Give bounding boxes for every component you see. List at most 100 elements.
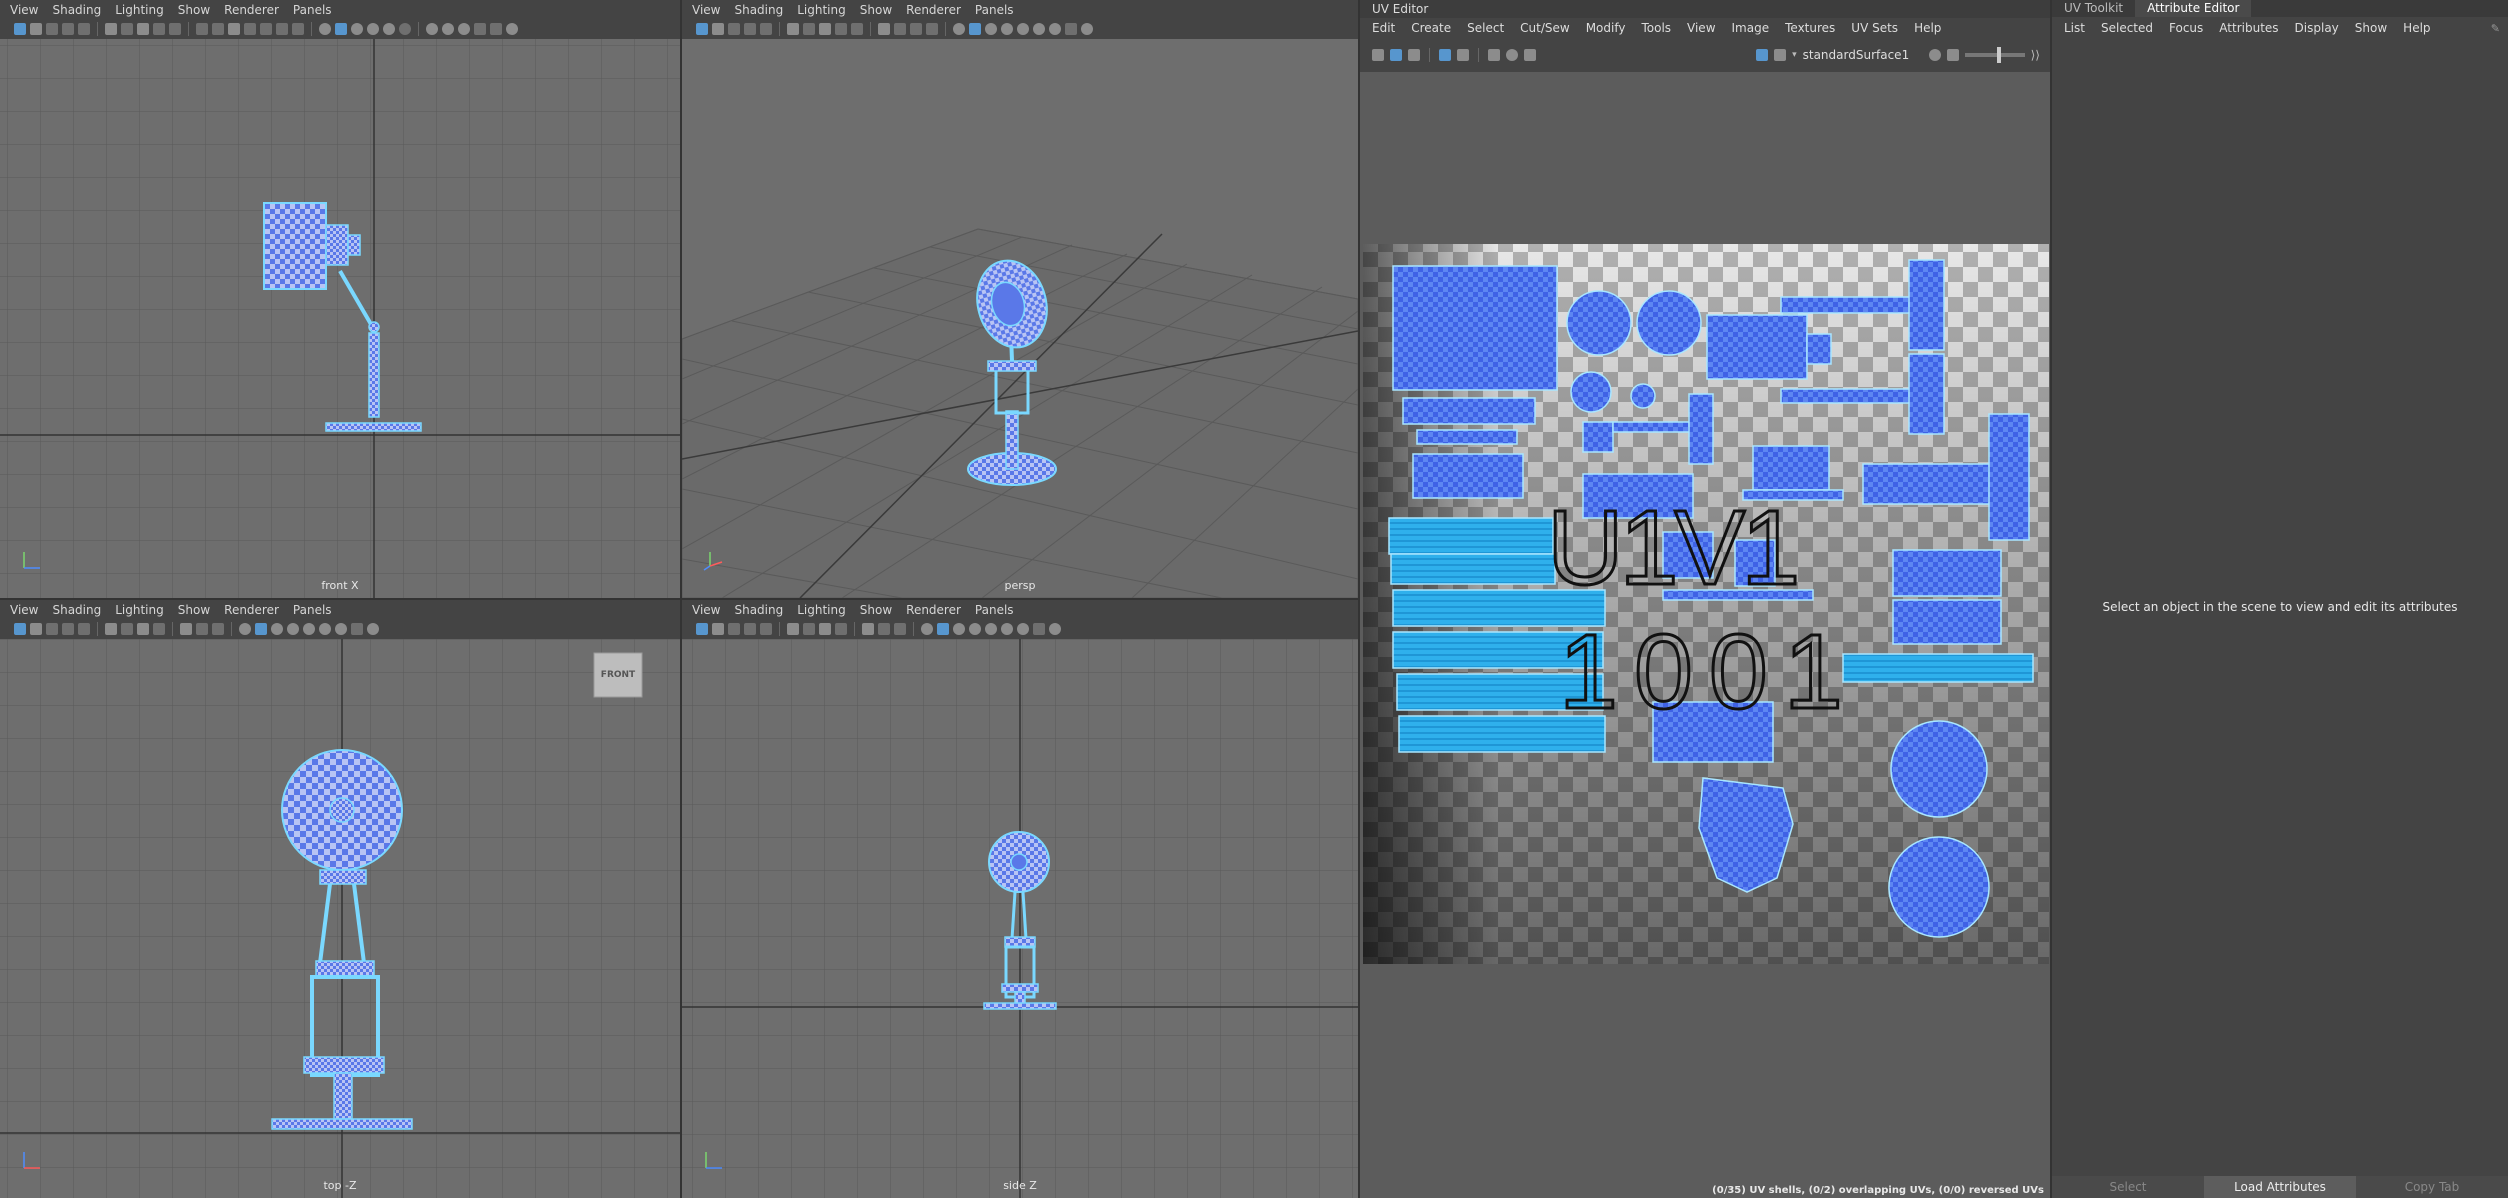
uv-menu-modify[interactable]: Modify (1586, 21, 1626, 35)
menu-panels[interactable]: Panels (293, 603, 332, 617)
textured-icon[interactable] (271, 623, 283, 635)
wireframe-icon[interactable] (239, 623, 251, 635)
menu-renderer[interactable]: Renderer (906, 3, 961, 17)
attr-menu-display[interactable]: Display (2295, 21, 2339, 35)
uv-menu-edit[interactable]: Edit (1372, 21, 1395, 35)
uv-grid-icon[interactable] (1488, 49, 1500, 61)
bookmark-icon[interactable] (728, 23, 740, 35)
viewport-canvas[interactable]: FRONT top -Z (0, 639, 680, 1198)
anti-alias-icon[interactable] (1017, 623, 1029, 635)
isolate-icon[interactable] (426, 23, 438, 35)
select-camera-icon[interactable] (696, 23, 708, 35)
copy-tab-button[interactable]: Copy Tab (2356, 1176, 2508, 1198)
select-camera-icon[interactable] (696, 623, 708, 635)
camera-attributes-icon[interactable] (712, 23, 724, 35)
camera-icon[interactable] (787, 623, 799, 635)
pin-icon[interactable]: ✎ (2491, 22, 2500, 35)
camera-attributes-icon[interactable] (30, 23, 42, 35)
grid-icon[interactable] (180, 623, 192, 635)
smooth-shade-icon[interactable] (335, 23, 347, 35)
isolate-icon[interactable] (1033, 23, 1045, 35)
viewport-divider-h[interactable] (0, 598, 1358, 600)
uv-menu-view[interactable]: View (1687, 21, 1715, 35)
shaded-toggle-icon[interactable] (1457, 49, 1469, 61)
menu-renderer[interactable]: Renderer (224, 3, 279, 17)
field-chart-icon[interactable] (169, 23, 181, 35)
grid-icon[interactable] (228, 23, 240, 35)
viewport-canvas[interactable]: side Z (682, 639, 1358, 1198)
uv-canvas[interactable]: U1V1 1001 (1363, 72, 2049, 1182)
gamma-icon[interactable] (1049, 623, 1061, 635)
select-camera-icon[interactable] (14, 23, 26, 35)
xray-icon[interactable] (926, 23, 938, 35)
select-button[interactable]: Select (2052, 1176, 2204, 1198)
uv-menu-cut-sew[interactable]: Cut/Sew (1520, 21, 1570, 35)
menu-shading[interactable]: Shading (734, 3, 783, 17)
wireframe-icon[interactable] (319, 23, 331, 35)
xray-icon[interactable] (212, 623, 224, 635)
resolution-gate-icon[interactable] (819, 23, 831, 35)
lights-icon[interactable] (1001, 23, 1013, 35)
resolution-gate-icon[interactable] (137, 623, 149, 635)
gamma-icon[interactable] (1081, 23, 1093, 35)
grid-icon[interactable] (862, 623, 874, 635)
anti-alias-icon[interactable] (335, 623, 347, 635)
gamma-icon[interactable] (1946, 49, 1959, 61)
lights-icon[interactable] (969, 623, 981, 635)
gate-mask-icon[interactable] (153, 23, 165, 35)
motion-blur-icon[interactable] (442, 23, 454, 35)
image-plane-icon[interactable] (744, 23, 756, 35)
chevron-down-icon[interactable]: ▾ (1792, 50, 1797, 60)
film-gate-icon[interactable] (803, 23, 815, 35)
heads-up-icon[interactable] (244, 23, 256, 35)
safe-action-icon[interactable] (196, 23, 208, 35)
frame-icon[interactable] (260, 23, 272, 35)
bookmark-icon[interactable] (46, 23, 58, 35)
viewport-persp[interactable]: View Shading Lighting Show Renderer Pane… (682, 0, 1358, 598)
heads-up-icon[interactable] (878, 623, 890, 635)
menu-lighting[interactable]: Lighting (797, 3, 846, 17)
viewport-top[interactable]: View Shading Lighting Show Renderer Pane… (0, 600, 680, 1198)
uv-menu-textures[interactable]: Textures (1785, 21, 1835, 35)
image-plane-icon[interactable] (62, 23, 74, 35)
film-gate-icon[interactable] (121, 23, 133, 35)
wireframe-toggle-icon[interactable] (1439, 49, 1451, 61)
menu-show[interactable]: Show (178, 603, 210, 617)
menu-panels[interactable]: Panels (975, 603, 1014, 617)
menu-view[interactable]: View (692, 3, 720, 17)
uv-menu-create[interactable]: Create (1411, 21, 1451, 35)
texture-display-icon[interactable] (1756, 49, 1769, 61)
select-camera-icon[interactable] (14, 623, 26, 635)
textured-icon[interactable] (351, 23, 363, 35)
pixel-snap-icon[interactable] (1506, 49, 1518, 61)
textured-icon[interactable] (985, 23, 997, 35)
film-gate-icon[interactable] (803, 623, 815, 635)
tumble-icon[interactable] (78, 623, 90, 635)
uv-menu-tools[interactable]: Tools (1641, 21, 1671, 35)
smooth-shade-icon[interactable] (969, 23, 981, 35)
brightness-slider[interactable] (1964, 47, 2025, 63)
heads-up-icon[interactable] (196, 623, 208, 635)
frame-icon[interactable] (910, 23, 922, 35)
checker-display-icon[interactable] (1774, 49, 1787, 61)
bookmark-icon[interactable] (46, 623, 58, 635)
arrows-icon[interactable]: ⟩⟩ (2031, 48, 2040, 62)
menu-shading[interactable]: Shading (734, 603, 783, 617)
image-plane-icon[interactable] (62, 623, 74, 635)
grid-icon[interactable] (878, 23, 890, 35)
film-gate-icon[interactable] (121, 623, 133, 635)
exposure-icon[interactable] (351, 623, 363, 635)
shadows-icon[interactable] (303, 623, 315, 635)
menu-view[interactable]: View (10, 603, 38, 617)
snapshot-icon[interactable] (1524, 49, 1536, 61)
image-plane-icon[interactable] (744, 623, 756, 635)
viewport-canvas[interactable]: persp (682, 39, 1358, 598)
xray-icon[interactable] (276, 23, 288, 35)
safe-title-icon[interactable] (212, 23, 224, 35)
wireframe-icon[interactable] (921, 623, 933, 635)
gate-mask-icon[interactable] (835, 23, 847, 35)
uv-menu-help[interactable]: Help (1914, 21, 1941, 35)
tumble-icon[interactable] (760, 23, 772, 35)
camera-icon[interactable] (105, 23, 117, 35)
menu-shading[interactable]: Shading (52, 3, 101, 17)
